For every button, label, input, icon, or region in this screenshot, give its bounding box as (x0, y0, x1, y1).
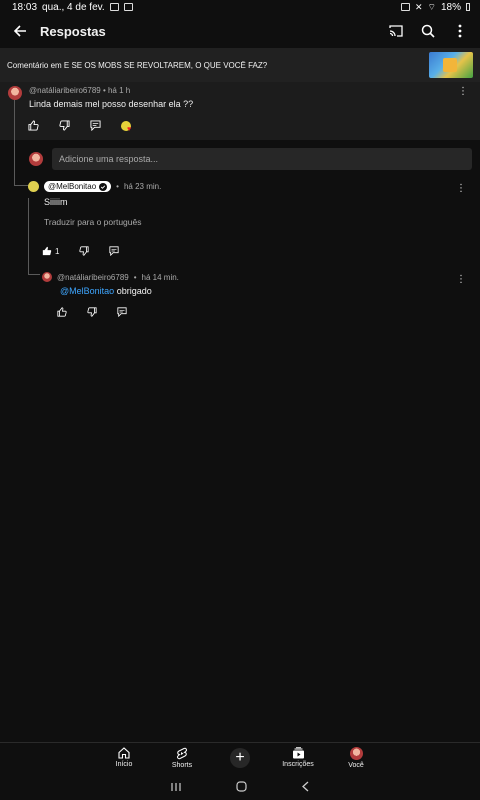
nav-you[interactable]: Você (327, 743, 385, 772)
reply-comment: @MelBonitao • há 23 min. Siiiiim Traduzi… (28, 181, 478, 261)
more-vert-icon[interactable] (448, 19, 472, 43)
video-context-row[interactable]: Comentário em E SE OS MOBS SE REVOLTAREM… (0, 48, 480, 82)
comment-text: obrigado (116, 286, 152, 296)
reply-button[interactable] (90, 120, 101, 131)
like-icon (28, 120, 39, 131)
like-count: 1 (55, 246, 60, 256)
verified-icon (99, 182, 108, 191)
thread-line (28, 274, 40, 275)
reply-icon (109, 246, 120, 256)
comment-text: Linda demais mel posso desenhar ela ?? (29, 99, 194, 109)
author-chip[interactable]: @MelBonitao (44, 181, 112, 192)
dislike-icon (79, 246, 90, 256)
subscriptions-icon (292, 747, 304, 759)
mention-link[interactable]: @MelBonitao (60, 286, 114, 296)
top-bar: Respostas (0, 14, 480, 48)
mute-icon: ✕ (414, 1, 423, 12)
bottom-nav: Início Shorts + Inscrições Você (0, 742, 480, 772)
parent-comment: @natáliaribeiro6789 • há 1 h Linda demai… (0, 82, 480, 140)
comment-on-video-title: Comentário em E SE OS MOBS SE REVOLTAREM… (7, 60, 268, 70)
battery-saver-icon (400, 3, 410, 11)
like-button[interactable] (28, 120, 39, 131)
nav-create[interactable]: + (211, 743, 269, 772)
nav-label: Shorts (171, 761, 193, 769)
avatar[interactable] (28, 181, 39, 192)
like-button[interactable]: 1 (42, 246, 59, 256)
page-title: Respostas (40, 23, 106, 39)
battery-level: 18% (440, 1, 461, 13)
avatar[interactable] (42, 272, 52, 282)
system-nav-bar (0, 773, 480, 800)
gallery-icon (109, 3, 119, 11)
system-back-icon[interactable] (301, 781, 311, 792)
comment-more-icon[interactable]: ⋮ (456, 275, 466, 285)
dislike-icon (87, 307, 97, 317)
comment-author[interactable]: @natáliaribeiro6789 (57, 273, 129, 282)
nav-label: Início (115, 761, 133, 768)
cast-icon[interactable] (384, 19, 408, 43)
comment-author: @MelBonitao (48, 182, 97, 191)
comment-time: há 1 h (107, 86, 131, 95)
status-bar: 18:03 qua., 4 de fev. ✕ ⌔ 18% (0, 0, 480, 14)
reply-comment: @natáliaribeiro6789 • há 14 min. @MelBon… (42, 272, 478, 322)
avatar (29, 152, 43, 166)
comment-text: Siiiiim (44, 197, 68, 207)
dislike-button[interactable] (87, 307, 97, 317)
avatar (349, 746, 363, 760)
thread-line (14, 185, 28, 186)
back-arrow-icon[interactable] (8, 19, 32, 43)
creator-heart: ♥ (121, 120, 131, 133)
search-icon[interactable] (416, 19, 440, 43)
like-icon (57, 307, 67, 317)
comment-author[interactable]: @natáliaribeiro6789 (29, 86, 101, 95)
video-thumbnail[interactable] (429, 52, 473, 78)
shorts-icon (177, 747, 187, 759)
nav-home[interactable]: Início (95, 743, 153, 772)
like-button[interactable] (57, 307, 67, 317)
comment-more-icon[interactable]: ⋮ (456, 184, 466, 194)
translate-link[interactable]: Traduzir para o português (44, 217, 478, 227)
create-icon: + (230, 747, 250, 768)
like-icon (42, 246, 52, 256)
dislike-icon (59, 120, 70, 131)
nav-shorts[interactable]: Shorts (153, 743, 211, 772)
home-button-icon[interactable] (235, 781, 247, 792)
reply-button[interactable] (117, 307, 127, 317)
dislike-button[interactable] (59, 120, 70, 131)
reply-input[interactable]: Adicione uma resposta... (52, 148, 472, 170)
reply-icon (90, 120, 101, 131)
comment-time: há 23 min. (123, 182, 162, 191)
recents-icon[interactable] (170, 782, 182, 792)
reply-icon (117, 307, 127, 317)
nav-subscriptions[interactable]: Inscrições (269, 743, 327, 772)
notification-icon (123, 3, 133, 11)
home-icon (118, 747, 130, 759)
reply-button[interactable] (109, 246, 120, 256)
avatar[interactable] (8, 86, 22, 100)
nav-label: Inscrições (282, 761, 314, 768)
comment-more-icon[interactable]: ⋮ (458, 87, 468, 97)
thread-line (14, 100, 15, 185)
dislike-button[interactable] (79, 246, 90, 256)
comment-time: há 14 min. (141, 272, 179, 282)
status-time: 18:03 (12, 1, 38, 13)
wifi-icon: ⌔ (427, 1, 436, 12)
battery-icon (466, 3, 470, 11)
status-date: qua., 4 de fev. (42, 1, 105, 13)
nav-label: Você (348, 761, 364, 769)
